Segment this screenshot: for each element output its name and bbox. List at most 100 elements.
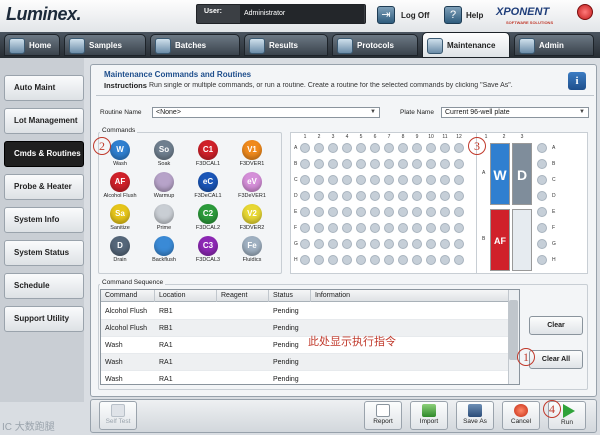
command-button[interactable]: C1 F3DCAL1 bbox=[191, 140, 225, 172]
report-button[interactable]: Report bbox=[364, 401, 402, 430]
plate-well[interactable] bbox=[454, 159, 464, 169]
plate-well[interactable] bbox=[412, 175, 422, 185]
plate-well[interactable] bbox=[440, 175, 450, 185]
plate-well[interactable] bbox=[342, 223, 352, 233]
plate-well[interactable] bbox=[412, 207, 422, 217]
plate-well[interactable] bbox=[440, 159, 450, 169]
tab-samples[interactable]: Samples bbox=[64, 34, 146, 56]
plate-well[interactable] bbox=[384, 175, 394, 185]
plate-well[interactable] bbox=[300, 191, 310, 201]
plate-well[interactable] bbox=[398, 159, 408, 169]
clear-all-button[interactable]: Clear All bbox=[529, 350, 583, 369]
reservoir-trough[interactable]: W bbox=[490, 143, 510, 205]
plate-well[interactable] bbox=[370, 191, 380, 201]
plate-well[interactable] bbox=[300, 159, 310, 169]
reservoir-well[interactable] bbox=[537, 175, 547, 185]
plate-well[interactable] bbox=[454, 255, 464, 265]
command-button[interactable]: Backflush bbox=[147, 236, 181, 268]
plate-well[interactable] bbox=[398, 191, 408, 201]
plate-well[interactable] bbox=[356, 223, 366, 233]
sidebar-item-support-utility[interactable]: Support Utility bbox=[4, 306, 84, 332]
tab-home[interactable]: Home bbox=[4, 34, 60, 56]
plate-well[interactable] bbox=[342, 191, 352, 201]
plate-well[interactable] bbox=[384, 191, 394, 201]
tab-protocols[interactable]: Protocols bbox=[332, 34, 418, 56]
plate-well[interactable] bbox=[300, 255, 310, 265]
column-header-status[interactable]: Status bbox=[269, 290, 311, 302]
plate-well[interactable] bbox=[328, 255, 338, 265]
plate-well[interactable] bbox=[384, 255, 394, 265]
table-row[interactable]: Alcohol Flush RB1 Pending bbox=[101, 320, 511, 337]
window-close-icon[interactable] bbox=[577, 4, 593, 20]
sidebar-item-system-status[interactable]: System Status bbox=[4, 240, 84, 266]
reservoir-well[interactable] bbox=[537, 239, 547, 249]
plate-well[interactable] bbox=[412, 239, 422, 249]
plate-well[interactable] bbox=[314, 223, 324, 233]
plate-well[interactable] bbox=[454, 191, 464, 201]
reservoir-well[interactable] bbox=[537, 191, 547, 201]
table-row[interactable]: Wash RA1 Pending bbox=[101, 337, 511, 354]
tab-admin[interactable]: Admin bbox=[514, 34, 594, 56]
plate-well[interactable] bbox=[328, 175, 338, 185]
plate-well[interactable] bbox=[370, 239, 380, 249]
clear-button[interactable]: Clear bbox=[529, 316, 583, 335]
plate-well[interactable] bbox=[300, 207, 310, 217]
sidebar-item-cmds-routines[interactable]: Cmds & Routines bbox=[4, 141, 84, 167]
plate-well[interactable] bbox=[440, 207, 450, 217]
plate-well[interactable] bbox=[412, 255, 422, 265]
sidebar-item-schedule[interactable]: Schedule bbox=[4, 273, 84, 299]
plate-well[interactable] bbox=[342, 239, 352, 249]
plate-well[interactable] bbox=[440, 191, 450, 201]
plate-well[interactable] bbox=[426, 255, 436, 265]
plate-well[interactable] bbox=[314, 239, 324, 249]
plate-name-select[interactable]: Current 96-well plate ▼ bbox=[441, 107, 589, 118]
plate-well[interactable] bbox=[300, 223, 310, 233]
sidebar-item-system-info[interactable]: System Info bbox=[4, 207, 84, 233]
reservoir-well[interactable] bbox=[537, 207, 547, 217]
plate-well[interactable] bbox=[454, 143, 464, 153]
table-row[interactable]: Wash RA1 Pending bbox=[101, 371, 511, 384]
plate-well[interactable] bbox=[384, 223, 394, 233]
plate-well[interactable] bbox=[342, 175, 352, 185]
plate-well[interactable] bbox=[440, 143, 450, 153]
plate-well[interactable] bbox=[356, 159, 366, 169]
tab-batches[interactable]: Batches bbox=[150, 34, 240, 56]
plate-well[interactable] bbox=[412, 223, 422, 233]
plate-well[interactable] bbox=[314, 255, 324, 265]
plate-well[interactable] bbox=[356, 191, 366, 201]
command-button[interactable]: AF Alcohol Flush bbox=[103, 172, 137, 204]
plate-well[interactable] bbox=[440, 223, 450, 233]
plate-well[interactable] bbox=[412, 159, 422, 169]
help-button[interactable]: Help bbox=[466, 11, 483, 20]
plate-well[interactable] bbox=[370, 159, 380, 169]
reservoir-trough[interactable] bbox=[512, 209, 532, 271]
cancel-button[interactable]: Cancel bbox=[502, 401, 540, 430]
plate-well[interactable] bbox=[384, 143, 394, 153]
column-header-reagent[interactable]: Reagent bbox=[217, 290, 269, 302]
plate-well[interactable] bbox=[426, 223, 436, 233]
plate-well[interactable] bbox=[328, 191, 338, 201]
command-button[interactable]: C3 F3DCAL3 bbox=[191, 236, 225, 268]
info-icon[interactable]: i bbox=[568, 72, 586, 90]
plate-well[interactable] bbox=[314, 191, 324, 201]
plate-well[interactable] bbox=[370, 223, 380, 233]
plate-well[interactable] bbox=[300, 239, 310, 249]
command-button[interactable]: V2 F3DVER2 bbox=[235, 204, 269, 236]
plate-well[interactable] bbox=[356, 255, 366, 265]
plate-well[interactable] bbox=[342, 207, 352, 217]
command-button[interactable]: eV F3DeVER1 bbox=[235, 172, 269, 204]
plate-well[interactable] bbox=[454, 239, 464, 249]
command-button[interactable]: Sa Sanitize bbox=[103, 204, 137, 236]
plate-well[interactable] bbox=[314, 159, 324, 169]
sidebar-item-auto-maint[interactable]: Auto Maint bbox=[4, 75, 84, 101]
self-test-button[interactable]: Self Test bbox=[99, 401, 137, 430]
plate-well[interactable] bbox=[328, 223, 338, 233]
plate-well[interactable] bbox=[398, 175, 408, 185]
plate-well[interactable] bbox=[454, 223, 464, 233]
reservoir-well[interactable] bbox=[537, 223, 547, 233]
plate-well[interactable] bbox=[328, 143, 338, 153]
reservoir-trough[interactable]: D bbox=[512, 143, 532, 205]
plate-well[interactable] bbox=[426, 207, 436, 217]
plate-well[interactable] bbox=[370, 175, 380, 185]
reservoir-well[interactable] bbox=[537, 159, 547, 169]
